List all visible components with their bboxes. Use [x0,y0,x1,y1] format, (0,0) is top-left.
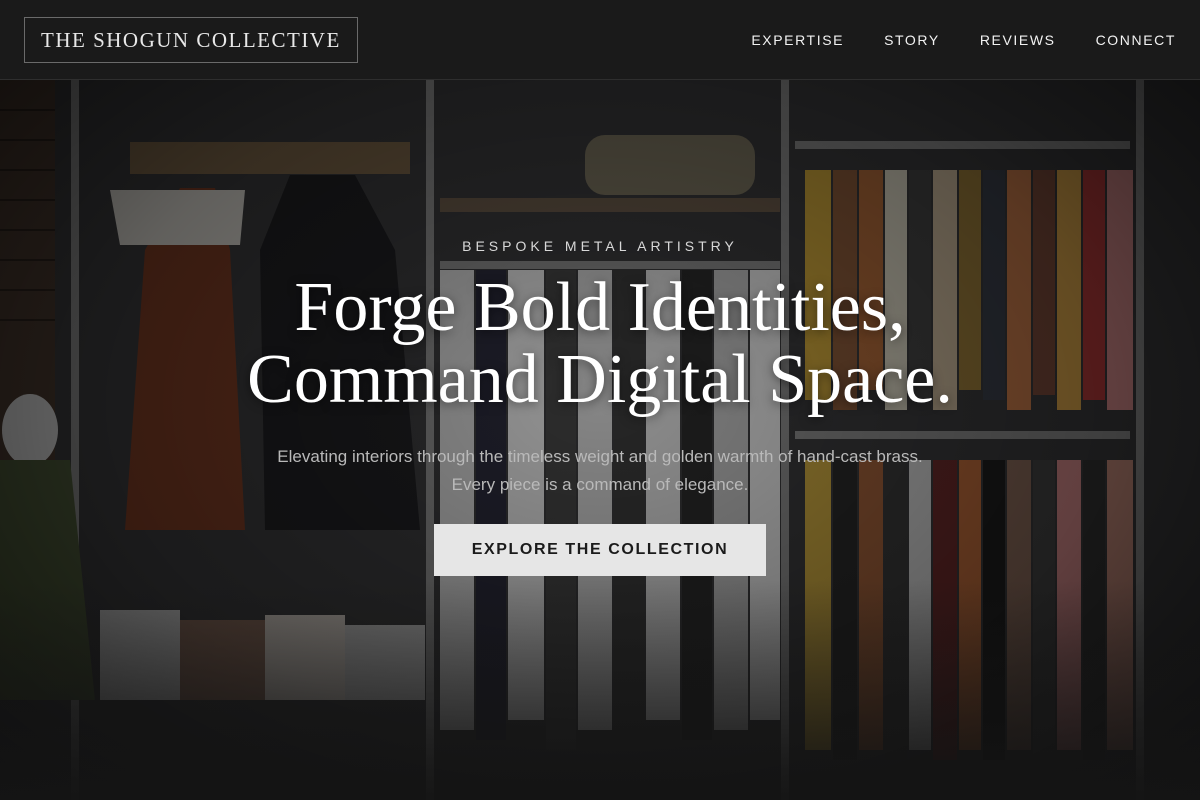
nav-link-expertise[interactable]: EXPERTISE [751,32,844,48]
main-nav: EXPERTISE STORY REVIEWS CONNECT [751,0,1176,80]
explore-collection-button[interactable]: EXPLORE THE COLLECTION [434,524,766,576]
hero-section [0,80,1200,800]
nav-link-story[interactable]: STORY [884,32,940,48]
hero-headline-line-1: Forge Bold Identities, [294,269,906,346]
hero-bottom-fade [0,580,1200,800]
top-navbar: THE SHOGUN COLLECTIVE EXPERTISE STORY RE… [0,0,1200,80]
hero-subtitle: Elevating interiors through the timeless… [277,447,923,494]
brand-logo[interactable]: THE SHOGUN COLLECTIVE [24,17,358,63]
brand-name: THE SHOGUN COLLECTIVE [41,27,341,52]
nav-link-reviews[interactable]: REVIEWS [980,32,1056,48]
hero-eyebrow: BESPOKE METAL ARTISTRY [462,238,738,254]
hero-headline: Forge Bold Identities, Command Digital S… [0,272,1200,416]
nav-link-connect[interactable]: CONNECT [1096,32,1176,48]
hero-headline-line-2: Command Digital Space. [247,341,953,418]
